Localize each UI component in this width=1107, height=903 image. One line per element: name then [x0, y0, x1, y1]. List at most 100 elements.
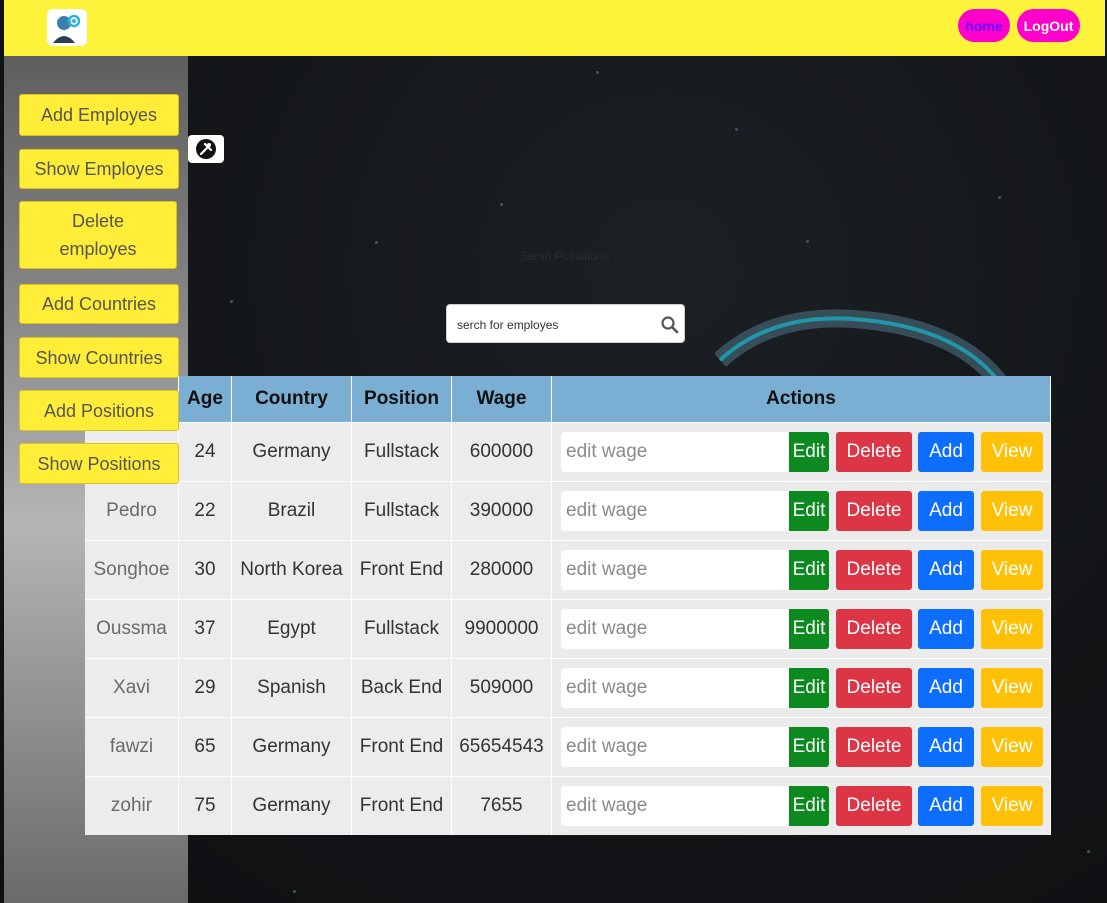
- edit-button[interactable]: Edit: [789, 668, 829, 708]
- cell-name: Pedro: [85, 481, 179, 541]
- background-dot: [806, 240, 809, 243]
- add-button[interactable]: Add: [918, 727, 974, 767]
- sidebar-item-show-positions[interactable]: Show Positions: [19, 443, 179, 484]
- view-button[interactable]: View: [981, 491, 1043, 531]
- edit-wage-input[interactable]: [561, 668, 789, 708]
- actions-group: Edit Delete Add View: [561, 432, 1050, 472]
- view-button[interactable]: View: [981, 550, 1043, 590]
- cell-age: 24: [178, 422, 232, 482]
- sidebar-item-add-employes[interactable]: Add Employes: [19, 94, 179, 136]
- background-dot: [500, 203, 503, 206]
- delete-button[interactable]: Delete: [836, 609, 912, 649]
- cell-wage: 509000: [451, 658, 552, 718]
- app-logo-icon[interactable]: [47, 9, 87, 46]
- background-dot: [998, 196, 1001, 199]
- column-header-wage: Wage: [451, 376, 552, 423]
- table-row: Songhoe 30 North Korea Front End 280000 …: [85, 540, 1051, 600]
- view-button[interactable]: View: [981, 786, 1043, 826]
- cell-country: Brazil: [231, 481, 352, 541]
- delete-button[interactable]: Delete: [836, 550, 912, 590]
- sidebar-item-add-positions[interactable]: Add Positions: [19, 390, 179, 431]
- logout-button[interactable]: LogOut: [1017, 9, 1080, 42]
- edit-wage-input[interactable]: [561, 491, 789, 531]
- delete-button[interactable]: Delete: [836, 491, 912, 531]
- actions-group: Edit Delete Add View: [561, 668, 1050, 708]
- table-header-row: Age Country Position Wage Actions: [85, 376, 1051, 423]
- delete-button[interactable]: Delete: [836, 786, 912, 826]
- view-button[interactable]: View: [981, 668, 1043, 708]
- column-header-age: Age: [178, 376, 232, 423]
- table-row: Pedro 22 Brazil Fullstack 390000 Edit De…: [85, 481, 1051, 541]
- edit-button[interactable]: Edit: [789, 609, 829, 649]
- sidebar-item-show-countries[interactable]: Show Countries: [19, 337, 179, 378]
- employees-table: Age Country Position Wage Actions 24 Ger…: [85, 376, 1051, 835]
- table-row: Xavi 29 Spanish Back End 509000 Edit Del…: [85, 658, 1051, 718]
- cell-age: 65: [178, 717, 232, 777]
- sidebar-item-add-countries[interactable]: Add Countries: [19, 284, 179, 324]
- add-button[interactable]: Add: [918, 432, 974, 472]
- edit-button[interactable]: Edit: [789, 550, 829, 590]
- delete-button[interactable]: Delete: [836, 727, 912, 767]
- cell-actions: Edit Delete Add View: [551, 717, 1051, 777]
- view-button[interactable]: View: [981, 609, 1043, 649]
- edit-wage-input[interactable]: [561, 550, 789, 590]
- column-header-position: Position: [351, 376, 452, 423]
- add-button[interactable]: Add: [918, 786, 974, 826]
- employees-table-wrapper: Age Country Position Wage Actions 24 Ger…: [85, 376, 1051, 835]
- edit-wage-input[interactable]: [561, 432, 789, 472]
- cell-country: Germany: [231, 717, 352, 777]
- search-positions-label: Sersh Possitions: [520, 249, 610, 263]
- search-input[interactable]: [455, 313, 659, 337]
- edit-button[interactable]: Edit: [789, 432, 829, 472]
- edit-wage-input[interactable]: [561, 786, 789, 826]
- home-button[interactable]: home: [958, 9, 1010, 42]
- table-row: fawzi 65 Germany Front End 65654543 Edit…: [85, 717, 1051, 777]
- column-header-country: Country: [231, 376, 352, 423]
- search-icon[interactable]: [660, 315, 680, 335]
- edit-wage-input[interactable]: [561, 609, 789, 649]
- sidebar-item-delete-employes[interactable]: Delete employes: [19, 201, 177, 269]
- cell-age: 37: [178, 599, 232, 659]
- add-button[interactable]: Add: [918, 550, 974, 590]
- view-button[interactable]: View: [981, 727, 1043, 767]
- add-button[interactable]: Add: [918, 491, 974, 531]
- background-dot: [230, 300, 233, 303]
- cell-age: 30: [178, 540, 232, 600]
- actions-group: Edit Delete Add View: [561, 727, 1050, 767]
- cell-country: North Korea: [231, 540, 352, 600]
- search-box: [446, 304, 685, 343]
- cell-country: Germany: [231, 422, 352, 482]
- cell-wage: 65654543: [451, 717, 552, 777]
- cell-position: Front End: [351, 540, 452, 600]
- cell-name: zohir: [85, 776, 179, 835]
- cell-position: Fullstack: [351, 422, 452, 482]
- tools-icon[interactable]: [188, 135, 224, 163]
- cell-actions: Edit Delete Add View: [551, 599, 1051, 659]
- cell-wage: 390000: [451, 481, 552, 541]
- edit-button[interactable]: Edit: [789, 491, 829, 531]
- view-button[interactable]: View: [981, 432, 1043, 472]
- table-row: 24 Germany Fullstack 600000 Edit Delete …: [85, 422, 1051, 482]
- cell-wage: 7655: [451, 776, 552, 835]
- add-button[interactable]: Add: [918, 609, 974, 649]
- cell-country: Germany: [231, 776, 352, 835]
- column-header-actions: Actions: [551, 376, 1051, 423]
- cell-age: 22: [178, 481, 232, 541]
- background-dot: [1087, 850, 1090, 853]
- cell-position: Front End: [351, 717, 452, 777]
- actions-group: Edit Delete Add View: [561, 550, 1050, 590]
- cell-wage: 280000: [451, 540, 552, 600]
- cell-position: Back End: [351, 658, 452, 718]
- background-dot: [293, 890, 296, 893]
- edit-button[interactable]: Edit: [789, 727, 829, 767]
- add-button[interactable]: Add: [918, 668, 974, 708]
- cell-name: Xavi: [85, 658, 179, 718]
- edit-wage-input[interactable]: [561, 727, 789, 767]
- edit-button[interactable]: Edit: [789, 786, 829, 826]
- sidebar-item-show-employes[interactable]: Show Employes: [19, 149, 179, 189]
- delete-button[interactable]: Delete: [836, 668, 912, 708]
- delete-button[interactable]: Delete: [836, 432, 912, 472]
- cell-wage: 600000: [451, 422, 552, 482]
- cell-position: Fullstack: [351, 481, 452, 541]
- actions-group: Edit Delete Add View: [561, 491, 1050, 531]
